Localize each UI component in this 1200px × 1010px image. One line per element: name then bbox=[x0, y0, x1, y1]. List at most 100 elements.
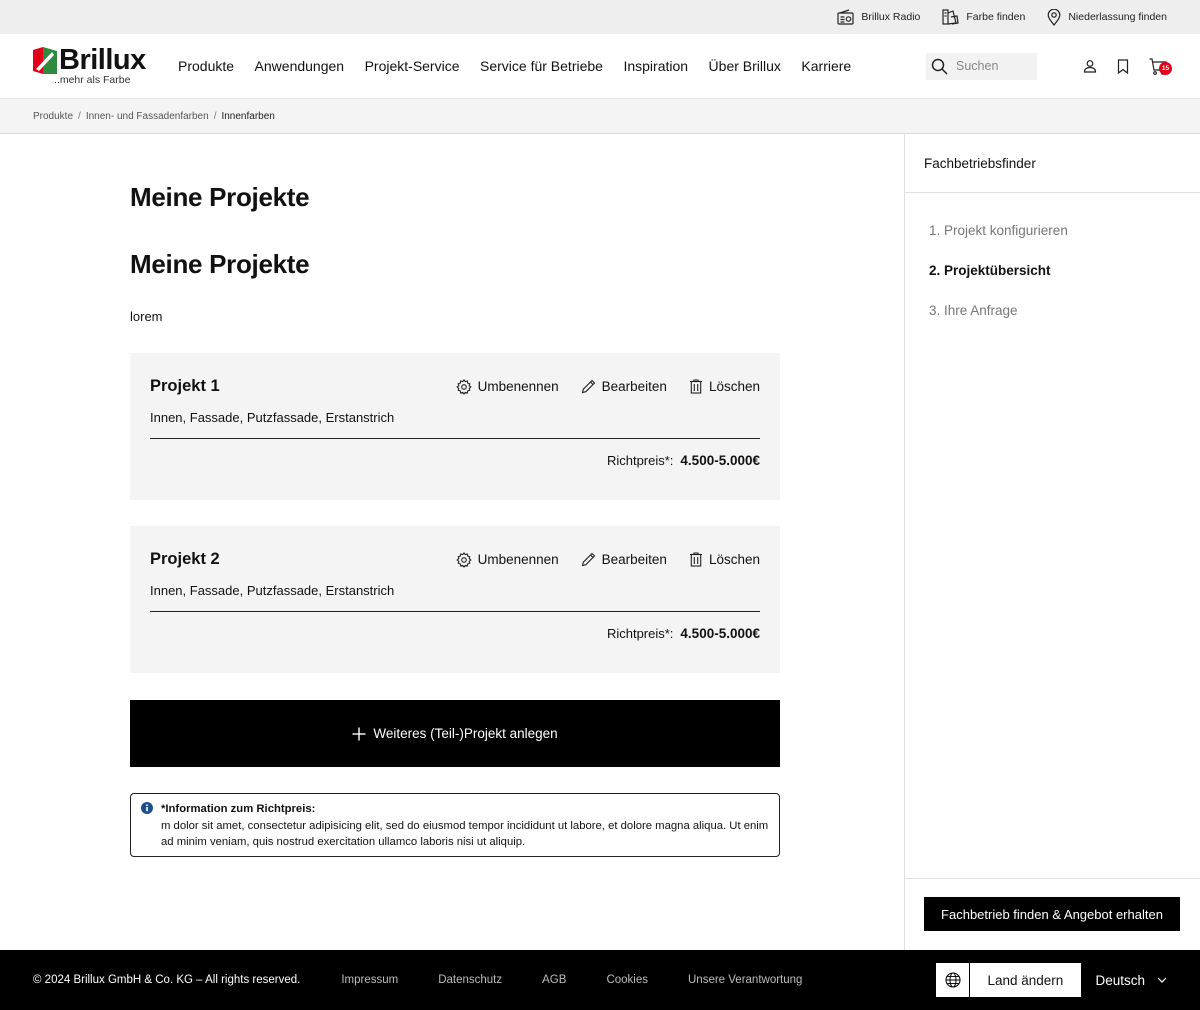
trash-icon bbox=[689, 552, 702, 567]
sidebar-title: Fachbetriebsfinder bbox=[905, 134, 1200, 193]
page-title: Meine Projekte bbox=[130, 182, 310, 212]
delete-label: Löschen bbox=[708, 379, 760, 394]
project-price: Richtpreis*: 4.500-5.000€ bbox=[150, 626, 760, 641]
footer-link-datenschutz[interactable]: Datenschutz bbox=[438, 974, 502, 986]
main-header: Brillux ..mehr als Farbe Produkte Anwend… bbox=[0, 34, 1200, 98]
breadcrumb: Produkte / Innen- und Fassadenfarben / I… bbox=[0, 98, 1200, 134]
radio-icon bbox=[837, 9, 855, 25]
project-tags: Innen, Fassade, Putzfassade, Erstanstric… bbox=[150, 583, 395, 598]
footer: © 2024 Brillux GmbH & Co. KG – All right… bbox=[0, 950, 1200, 1010]
account-button[interactable] bbox=[1083, 59, 1097, 73]
project-title: Projekt 1 bbox=[150, 377, 220, 395]
section-title: Meine Projekte bbox=[130, 249, 310, 279]
price-label: Richtpreis*: bbox=[606, 626, 674, 641]
footer-link-verantwortung[interactable]: Unsere Verantwortung bbox=[688, 974, 802, 986]
price-label: Richtpreis*: bbox=[606, 453, 674, 468]
edit-button[interactable]: Bearbeiten bbox=[581, 379, 667, 394]
footer-link-agb[interactable]: AGB bbox=[542, 974, 566, 986]
edit-button[interactable]: Bearbeiten bbox=[581, 552, 667, 567]
plus-icon bbox=[352, 727, 366, 740]
nav-item-inspiration[interactable]: Inspiration bbox=[623, 58, 688, 74]
utility-bar: Brillux Radio Farbe finden Niederlassung… bbox=[0, 0, 1200, 34]
header-actions: 15 bbox=[926, 34, 1172, 98]
cart-count-badge: 15 bbox=[1159, 61, 1172, 75]
nav-item-anwendungen[interactable]: Anwendungen bbox=[255, 58, 345, 74]
globe-icon bbox=[945, 972, 961, 988]
price-info-box: *Information zum Richtpreis: m dolor sit… bbox=[130, 793, 780, 857]
delete-label: Löschen bbox=[708, 552, 760, 567]
project-divider bbox=[150, 438, 760, 439]
price-value: 4.500-5.000€ bbox=[680, 453, 760, 468]
rename-button[interactable]: Umbenennen bbox=[455, 378, 559, 395]
color-palette-icon bbox=[942, 9, 960, 25]
gear-icon bbox=[455, 378, 472, 395]
delete-button[interactable]: Löschen bbox=[689, 552, 760, 567]
step-ihre-anfrage[interactable]: 3. Ihre Anfrage bbox=[929, 301, 1200, 341]
pencil-icon bbox=[581, 379, 595, 394]
breadcrumb-item-innen-fassadenfarben[interactable]: Innen- und Fassadenfarben bbox=[86, 111, 209, 122]
rename-label: Umbenennen bbox=[477, 552, 559, 567]
change-country-label: Land ändern bbox=[987, 972, 1064, 988]
rename-label: Umbenennen bbox=[477, 379, 559, 394]
brillux-radio-label: Brillux Radio bbox=[861, 11, 921, 23]
find-contractor-button[interactable]: Fachbetrieb finden & Angebot erhalten bbox=[924, 897, 1180, 931]
breadcrumb-separator: / bbox=[78, 110, 81, 122]
niederlassung-finden-label: Niederlassung finden bbox=[1068, 11, 1167, 23]
bookmark-icon bbox=[1117, 58, 1129, 74]
bookmark-button[interactable] bbox=[1117, 58, 1129, 74]
logo-wordmark: Brillux bbox=[59, 44, 146, 77]
step-projektuebersicht[interactable]: 2. Projektübersicht bbox=[929, 261, 1200, 301]
search-icon bbox=[931, 58, 948, 75]
farbe-finden-label: Farbe finden bbox=[966, 11, 1026, 23]
nav-item-ueber-brillux[interactable]: Über Brillux bbox=[709, 58, 781, 74]
edit-label: Bearbeiten bbox=[601, 552, 667, 567]
breadcrumb-separator: / bbox=[213, 110, 217, 122]
project-price: Richtpreis*: 4.500-5.000€ bbox=[150, 453, 760, 468]
nav-item-produkte[interactable]: Produkte bbox=[178, 58, 234, 74]
project-divider bbox=[150, 611, 760, 612]
footer-link-cookies[interactable]: Cookies bbox=[606, 974, 648, 986]
language-label: Deutsch bbox=[1095, 972, 1145, 988]
info-title: *Information zum Richtpreis: bbox=[161, 803, 316, 815]
step-list: 1. Projekt konfigurieren 2. Projektübers… bbox=[905, 221, 1200, 341]
breadcrumb-item-produkte[interactable]: Produkte bbox=[33, 111, 73, 122]
nav-item-karriere[interactable]: Karriere bbox=[801, 58, 851, 74]
farbe-finden-link[interactable]: Farbe finden bbox=[942, 9, 1025, 25]
logo-tagline: ..mehr als Farbe bbox=[54, 74, 131, 87]
chevron-down-icon bbox=[1157, 977, 1167, 983]
project-card: Projekt 2 Umbenennen Bearbeiten Löschen … bbox=[130, 526, 780, 673]
delete-button[interactable]: Löschen bbox=[689, 379, 760, 394]
language-select[interactable]: Deutsch bbox=[1095, 973, 1167, 988]
info-text: m dolor sit amet, consectetur adipisicin… bbox=[161, 819, 769, 849]
location-pin-icon bbox=[1047, 8, 1061, 26]
price-value: 4.500-5.000€ bbox=[680, 626, 760, 641]
project-actions: Umbenennen Bearbeiten Löschen bbox=[434, 551, 760, 568]
change-country-button[interactable]: Land ändern bbox=[936, 963, 1082, 997]
nav-item-projekt-service[interactable]: Projekt-Service bbox=[365, 58, 460, 74]
nav-item-service-fuer-betriebe[interactable]: Service für Betriebe bbox=[480, 58, 603, 74]
sidebar-footer: Fachbetrieb finden & Angebot erhalten bbox=[905, 878, 1200, 950]
breadcrumb-current: Innenfarben bbox=[221, 110, 275, 122]
step-projekt-konfigurieren[interactable]: 1. Projekt konfigurieren bbox=[929, 221, 1200, 261]
add-project-label: Weiteres (Teil-)Projekt anlegen bbox=[373, 726, 558, 741]
project-actions: Umbenennen Bearbeiten Löschen bbox=[434, 378, 760, 395]
footer-locale: Land ändern Deutsch bbox=[936, 963, 1167, 997]
brillux-radio-link[interactable]: Brillux Radio bbox=[837, 9, 920, 25]
search-box[interactable] bbox=[926, 52, 1037, 80]
copyright: © 2024 Brillux GmbH & Co. KG – All right… bbox=[33, 974, 301, 986]
niederlassung-finden-link[interactable]: Niederlassung finden bbox=[1047, 8, 1167, 26]
brillux-logo[interactable]: Brillux ..mehr als Farbe bbox=[33, 46, 178, 86]
gear-icon bbox=[455, 551, 472, 568]
add-project-button[interactable]: Weiteres (Teil-)Projekt anlegen bbox=[130, 700, 780, 767]
project-card: Projekt 1 Umbenennen Bearbeiten Löschen … bbox=[130, 353, 780, 500]
trash-icon bbox=[689, 379, 702, 394]
footer-link-impressum[interactable]: Impressum bbox=[341, 974, 398, 986]
search-input[interactable] bbox=[956, 59, 1031, 73]
pencil-icon bbox=[581, 552, 595, 567]
cart-button[interactable]: 15 bbox=[1149, 57, 1172, 75]
edit-label: Bearbeiten bbox=[601, 379, 667, 394]
brillux-logo-icon bbox=[33, 47, 57, 75]
project-title: Projekt 2 bbox=[150, 550, 220, 568]
rename-button[interactable]: Umbenennen bbox=[455, 551, 559, 568]
sidebar: Fachbetriebsfinder 1. Projekt konfigurie… bbox=[904, 134, 1200, 950]
